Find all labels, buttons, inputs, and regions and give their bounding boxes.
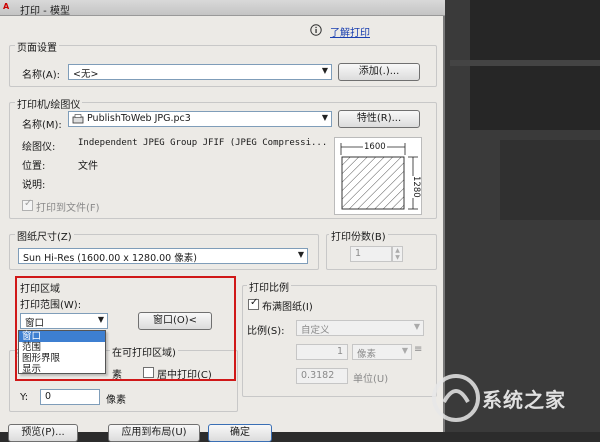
y-offset-label: Y: — [20, 392, 29, 403]
printer-name-value: PublishToWeb JPG.pc3 — [87, 113, 191, 124]
copies-input[interactable]: 1 — [350, 246, 392, 262]
chevron-down-icon: ▼ — [413, 322, 420, 331]
page-setup-name-label: 名称(A): — [22, 70, 61, 81]
print-to-file-checkbox[interactable] — [22, 198, 33, 211]
plotter-label: 绘图仪: — [22, 142, 56, 153]
learn-print-link[interactable]: 了解打印 — [330, 24, 370, 39]
printer-name-select[interactable]: PublishToWeb JPG.pc3 ▼ — [68, 111, 332, 127]
equals-icon: ≡ — [414, 344, 423, 355]
scale-value2-input[interactable]: 0.3182 — [296, 368, 348, 384]
plot-scale-title: 打印比例 — [247, 279, 291, 294]
info-icon — [310, 24, 322, 36]
description-label: 说明: — [22, 180, 46, 191]
watermark-logo: 系统之家 — [430, 360, 600, 432]
paper-preview: 1600 1280 — [334, 137, 422, 215]
fit-to-paper-label: 布满图纸(I) — [262, 302, 313, 313]
page-setup-name-select[interactable]: <无> ▼ — [68, 64, 332, 80]
preview-button[interactable]: 预览(P)... — [8, 424, 78, 442]
ok-button[interactable]: 确定 — [208, 424, 272, 442]
plot-range-option[interactable]: 显示 — [19, 364, 105, 375]
location-value: 文件 — [78, 161, 98, 172]
scale-select[interactable]: 自定义 ▼ — [296, 320, 424, 336]
scale-value: 自定义 — [301, 325, 330, 336]
scale-unit2-label: 单位(U) — [353, 374, 389, 385]
y-offset-unit: 像素 — [106, 395, 126, 406]
page-setup-name-value: <无> — [73, 69, 99, 80]
plot-range-option[interactable]: 图形界限 — [19, 353, 105, 364]
print-dialog: A 打印 - 模型 了解打印 页面设置 名称(A): <无> ▼ 添加(.)..… — [0, 0, 445, 442]
printer-name-label: 名称(M): — [22, 120, 62, 131]
watermark-emblem-icon — [432, 374, 480, 422]
plotter-value: Independent JPEG Group JFIF (JPEG Compre… — [78, 138, 328, 148]
y-offset-input[interactable]: 0 — [40, 389, 100, 405]
plot-range-option[interactable]: 范围 — [19, 342, 105, 353]
printer-title: 打印机/绘图仪 — [15, 96, 83, 111]
location-label: 位置: — [22, 161, 46, 172]
preview-width-label: 1600 — [363, 142, 387, 152]
title-bar: A 打印 - 模型 — [0, 0, 445, 17]
scale-unit-value: 像素 — [357, 349, 377, 360]
autocad-app-icon: A — [3, 2, 10, 11]
chevron-down-icon: ▼ — [401, 346, 408, 355]
apply-to-layout-button[interactable]: 应用到布局(U) — [108, 424, 200, 442]
scale-value1-input[interactable]: 1 — [296, 344, 348, 360]
copies-spinner[interactable]: ▲ ▼ — [392, 246, 403, 262]
page-setup-title: 页面设置 — [15, 39, 59, 54]
fit-to-paper-checkbox[interactable] — [248, 297, 259, 310]
window-title: 打印 - 模型 — [20, 6, 70, 17]
scale-label: 比例(S): — [247, 326, 285, 337]
chevron-down-icon: ▼ — [321, 66, 328, 75]
print-to-file-label: 打印到文件(F) — [36, 203, 100, 214]
plotter-icon — [72, 114, 84, 124]
watermark-text: 系统之家 — [482, 388, 566, 412]
scale-unit-select[interactable]: 像素 ▼ — [352, 344, 412, 360]
paper-size-select[interactable]: Sun Hi-Res (1600.00 x 1280.00 像素) ▼ — [18, 248, 308, 264]
chevron-down-icon: ▼ — [321, 113, 328, 122]
plot-range-dropdown-list[interactable]: 窗口 范围 图形界限 显示 — [18, 330, 106, 375]
paper-size-title: 图纸尺寸(Z) — [15, 228, 74, 243]
paper-size-value: Sun Hi-Res (1600.00 x 1280.00 像素) — [23, 253, 197, 264]
chevron-down-icon: ▼ — [297, 250, 304, 259]
preview-height-label: 1280 — [411, 176, 421, 198]
copies-title: 打印份数(B) — [329, 228, 388, 243]
printer-properties-button[interactable]: 特性(R)... — [338, 110, 420, 128]
add-page-setup-button[interactable]: 添加(.)... — [338, 63, 420, 81]
plot-range-option[interactable]: 窗口 — [19, 331, 105, 342]
